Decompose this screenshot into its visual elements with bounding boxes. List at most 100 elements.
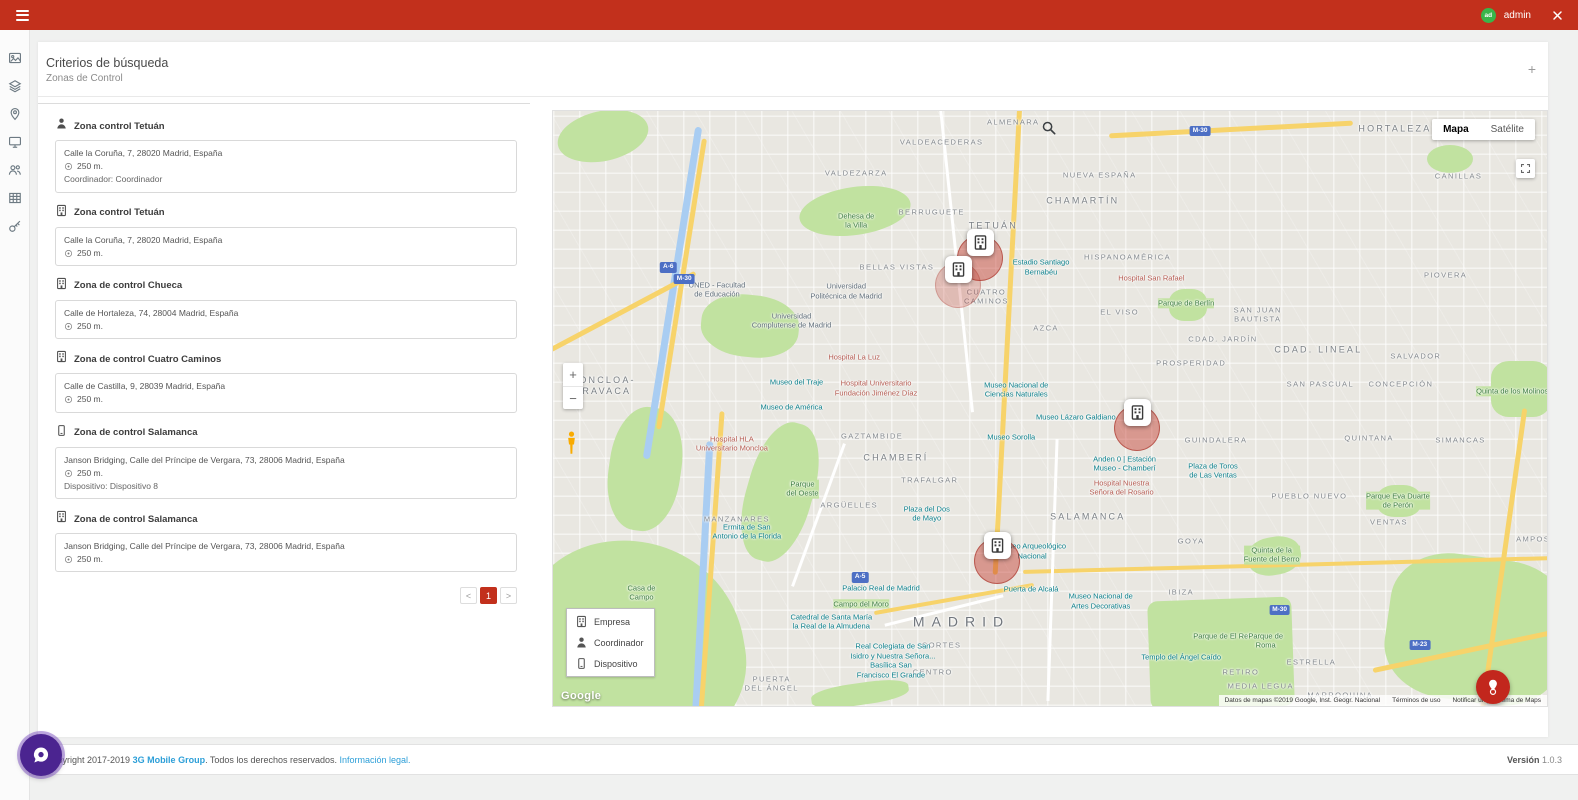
zone-item[interactable]: Zona de control Salamanca Janson Bridging… (55, 510, 517, 572)
company-icon (575, 615, 588, 628)
page-title: Criterios de búsqueda (46, 54, 168, 73)
locations-icon[interactable] (6, 106, 24, 122)
reports-icon[interactable] (6, 190, 24, 206)
zones-list: Zona control Tetuán Calle la Coruña, 7, 2… (38, 117, 530, 572)
add-zone-fab-button[interactable] (1476, 670, 1510, 704)
zone-address: Calle la Coruña, 7, 28020 Madrid, España (64, 234, 508, 247)
coordinator-icon (575, 636, 588, 649)
zone-address: Calle la Coruña, 7, 28020 Madrid, España (64, 147, 508, 160)
company-marker-icon (967, 229, 994, 256)
copyright-suffix: . Todos los derechos reservados. (205, 755, 339, 765)
zone-address: Calle de Castilla, 9, 28039 Madrid, Espa… (64, 380, 508, 393)
zones-list-panel: Zona control Tetuán Calle la Coruña, 7, 2… (38, 103, 530, 737)
zone-item[interactable]: Zona control Tetuán Calle la Coruña, 7, 2… (55, 204, 517, 266)
zone-title: Zona de control Salamanca (74, 427, 198, 438)
radius-icon (64, 249, 73, 258)
users-icon[interactable] (6, 162, 24, 178)
zone-extra: Coordinador: Coordinador (64, 173, 508, 186)
zoom-in-button[interactable]: + (563, 363, 583, 386)
company-link[interactable]: 3G Mobile Group (133, 755, 206, 765)
zone-item[interactable]: Zona de control Cuatro Caminos Calle de C… (55, 350, 517, 412)
zone-item[interactable]: Zona de control ChuecaCalle de Hortaleza… (55, 277, 517, 339)
zones-icon[interactable] (6, 78, 24, 94)
zone-details: Janson Bridging, Calle del Príncipe de V… (55, 533, 517, 572)
pagination-page-1-button[interactable]: 1 (480, 587, 497, 604)
devices-icon[interactable] (6, 134, 24, 150)
chat-widget-button[interactable] (20, 734, 62, 776)
radius-icon (64, 469, 73, 478)
legend-label: Coordinador (594, 638, 644, 648)
hamburger-menu-icon[interactable] (14, 6, 31, 25)
top-bar: ad admin (0, 0, 1578, 30)
zone-radius: 250 m. (77, 160, 103, 173)
copyright-text: Copyright 2017-2019 3G Mobile Group. Tod… (46, 755, 411, 765)
tools-exit-icon[interactable] (1551, 9, 1564, 22)
app-window: ad admin Criterios de búsqueda Zonas de … (0, 0, 1578, 800)
company-icon (55, 510, 68, 528)
company-marker-icon (945, 256, 972, 283)
legend-item: Empresa (575, 615, 644, 628)
coordinator-icon (55, 117, 68, 135)
zone-title: Zona de control Cuatro Caminos (74, 354, 221, 365)
map-type-control: Mapa Satélite (1432, 119, 1535, 140)
page-subtitle: Zonas de Control (46, 73, 168, 84)
map-legend: Empresa Coordinador Dispositivo (566, 608, 655, 677)
zone-address: Janson Bridging, Calle del Príncipe de V… (64, 454, 508, 467)
legend-label: Dispositivo (594, 659, 638, 669)
radius-icon (64, 162, 73, 171)
zone-title: Zona control Tetuán (74, 207, 165, 218)
map-search-icon[interactable] (1041, 120, 1057, 141)
legend-label: Empresa (594, 617, 630, 627)
map-data-attribution: Datos de mapas ©2019 Google, Inst. Geogr… (1225, 697, 1380, 704)
zone-title: Zona control Tetuán (74, 121, 165, 132)
company-icon (55, 350, 68, 368)
zone-title: Zona de control Salamanca (74, 514, 198, 525)
zone-address: Janson Bridging, Calle del Príncipe de V… (64, 540, 508, 553)
collapse-panel-button[interactable]: + (1528, 62, 1536, 76)
device-icon (575, 657, 588, 670)
attribution-link[interactable]: Términos de uso (1392, 697, 1440, 704)
pagination-prev-button[interactable]: < (460, 587, 477, 604)
dashboard-map-icon[interactable] (6, 50, 24, 66)
search-criteria-header: Criterios de búsqueda Zonas de Control + (38, 42, 1548, 97)
zone-radius: 250 m. (77, 320, 103, 333)
zoom-control: + − (563, 363, 583, 409)
map-type-satellite-button[interactable]: Satélite (1480, 119, 1535, 140)
radius-icon (64, 322, 73, 331)
permissions-icon[interactable] (6, 218, 24, 234)
zone-radius: 250 m. (77, 467, 103, 480)
map-markers-layer (553, 111, 1547, 706)
fullscreen-button[interactable] (1516, 159, 1535, 178)
panel-body: Zona control Tetuán Calle la Coruña, 7, 2… (38, 97, 1548, 737)
user-menu[interactable]: ad admin (1481, 8, 1564, 23)
version-label: Versión (1507, 755, 1542, 765)
legend-item: Dispositivo (575, 657, 644, 670)
company-icon (55, 204, 68, 222)
pagination-next-button[interactable]: > (500, 587, 517, 604)
google-logo: Google (561, 690, 601, 702)
main-panel: Criterios de búsqueda Zonas de Control +… (38, 42, 1548, 737)
zone-radius: 250 m. (77, 247, 103, 260)
user-avatar[interactable]: ad (1481, 8, 1496, 23)
zone-item[interactable]: Zona de control Salamanca Janson Bridging… (55, 424, 517, 500)
zone-extra: Dispositivo: Dispositivo 8 (64, 480, 508, 493)
version-number: 1.0.3 (1542, 755, 1562, 765)
company-icon (55, 277, 68, 295)
pagination: < 1 > (38, 587, 517, 604)
map-type-map-button[interactable]: Mapa (1432, 119, 1480, 140)
legend-item: Coordinador (575, 636, 644, 649)
legal-link[interactable]: Información legal. (340, 755, 411, 765)
map-canvas[interactable]: ALMENARAVALDEACEDERASVALDEZARZANUEVA ESP… (552, 110, 1548, 707)
zoom-out-button[interactable]: − (563, 386, 583, 409)
user-name[interactable]: admin (1504, 10, 1531, 21)
zone-item[interactable]: Zona control Tetuán Calle la Coruña, 7, 2… (55, 117, 517, 193)
legend-rows: Empresa Coordinador Dispositivo (575, 615, 644, 670)
zone-radius: 250 m. (77, 553, 103, 566)
device-icon (55, 424, 68, 442)
zone-details: Janson Bridging, Calle del Príncipe de V… (55, 447, 517, 500)
company-marker-icon (1124, 399, 1151, 426)
zone-details: Calle de Hortaleza, 74, 28004 Madrid, Es… (55, 300, 517, 339)
street-view-pegman-icon[interactable] (565, 431, 578, 460)
footer: Copyright 2017-2019 3G Mobile Group. Tod… (30, 744, 1578, 775)
chat-bubble-icon (31, 745, 51, 765)
